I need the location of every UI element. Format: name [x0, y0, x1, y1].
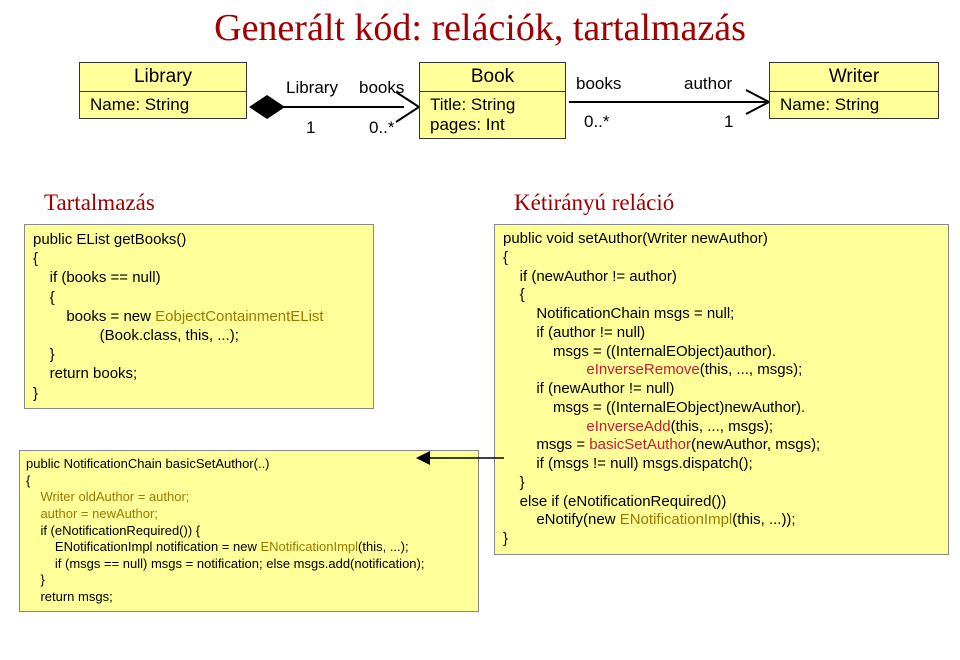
code-line: if (books == null): [33, 269, 161, 286]
code-keyword: EobjectContainmentEList: [155, 308, 323, 325]
code-line: [503, 361, 586, 378]
code-keyword: basicSetAuthor: [589, 436, 691, 453]
code-line: NotificationChain msgs = null;: [503, 305, 734, 322]
code-panels: Tartalmazás public EList getBooks() { if…: [14, 190, 946, 660]
assoc-role: author: [684, 74, 732, 94]
code-line: if (author != null): [503, 324, 645, 341]
code-line: }: [503, 530, 508, 547]
code-line: {: [503, 249, 508, 266]
code-line: {: [33, 250, 38, 267]
uml-diagram: Library Name: String Book Title: String …: [24, 62, 936, 172]
uml-class-name: Writer: [770, 63, 938, 92]
code-line: public void setAuthor(Writer newAuthor): [503, 230, 768, 247]
code-line: {: [26, 473, 30, 488]
code-line: public NotificationChain basicSetAuthor(…: [26, 456, 270, 471]
assoc-role: books: [576, 74, 621, 94]
code-keyword: ENotificationImpl: [260, 539, 358, 554]
code-line: if (newAuthor != author): [503, 268, 677, 285]
code-keyword: ENotificationImpl: [620, 511, 733, 528]
code-line: (this, ..., msgs);: [700, 361, 803, 378]
uml-class-name: Library: [80, 63, 246, 92]
code-line: Writer oldAuthor = author;: [26, 489, 189, 504]
code-line: }: [33, 346, 55, 363]
section-title-containment: Tartalmazás: [44, 190, 155, 216]
assoc-card: 0..*: [584, 112, 610, 132]
code-line: return msgs;: [26, 589, 113, 604]
code-line: if (msgs != null) msgs.dispatch();: [503, 455, 753, 472]
code-line: if (msgs == null) msgs = notification; e…: [26, 556, 424, 571]
code-line: if (eNotificationRequired()) {: [26, 523, 200, 538]
code-line: }: [33, 385, 38, 402]
code-line: return books;: [33, 365, 137, 382]
code-line: (Book.class, this, ...);: [33, 327, 239, 344]
code-line: msgs = ((InternalEObject)newAuthor).: [503, 399, 805, 416]
code-line: else if (eNotificationRequired()): [503, 493, 726, 510]
uml-class-writer: Writer Name: String: [769, 62, 939, 119]
relation-arrow: [414, 440, 514, 480]
uml-class-attrs: Name: String: [770, 92, 938, 118]
section-title-bidirectional: Kétirányú reláció: [514, 190, 674, 216]
code-line: }: [26, 572, 45, 587]
assoc-role: books: [359, 78, 404, 98]
code-line: eNotify(new: [503, 511, 620, 528]
code-line: msgs =: [503, 436, 589, 453]
assoc-card: 1: [724, 112, 733, 132]
uml-class-library: Library Name: String: [79, 62, 247, 119]
code-line: (this, ..., msgs);: [671, 418, 774, 435]
uml-class-attrs: Name: String: [80, 92, 246, 118]
code-line: (this, ...));: [732, 511, 795, 528]
code-line: books = new: [33, 308, 155, 325]
code-block-basicsetauthor: public NotificationChain basicSetAuthor(…: [19, 450, 479, 612]
code-block-setauthor: public void setAuthor(Writer newAuthor) …: [494, 224, 949, 555]
code-line: [503, 418, 586, 435]
uml-class-name: Book: [420, 63, 565, 92]
assoc-role: Library: [286, 78, 338, 98]
code-line: if (newAuthor != null): [503, 380, 674, 397]
assoc-card: 1: [306, 118, 315, 138]
code-line: (this, ...);: [358, 539, 409, 554]
code-keyword: eInverseRemove: [586, 361, 699, 378]
code-keyword: eInverseAdd: [586, 418, 670, 435]
code-line: msgs = ((InternalEObject)author).: [503, 343, 776, 360]
code-line: public EList getBooks(): [33, 231, 186, 248]
code-line: (newAuthor, msgs);: [691, 436, 820, 453]
code-block-getbooks: public EList getBooks() { if (books == n…: [24, 224, 374, 409]
code-line: {: [33, 289, 55, 306]
code-line: {: [503, 286, 525, 303]
uml-class-book: Book Title: String pages: Int: [419, 62, 566, 139]
page-title: Generált kód: relációk, tartalmazás: [14, 6, 946, 50]
code-line: author = newAuthor;: [26, 506, 158, 521]
uml-class-attrs: Title: String pages: Int: [420, 92, 565, 138]
assoc-card: 0..*: [369, 118, 395, 138]
code-line: ENotificationImpl notification = new: [26, 539, 260, 554]
